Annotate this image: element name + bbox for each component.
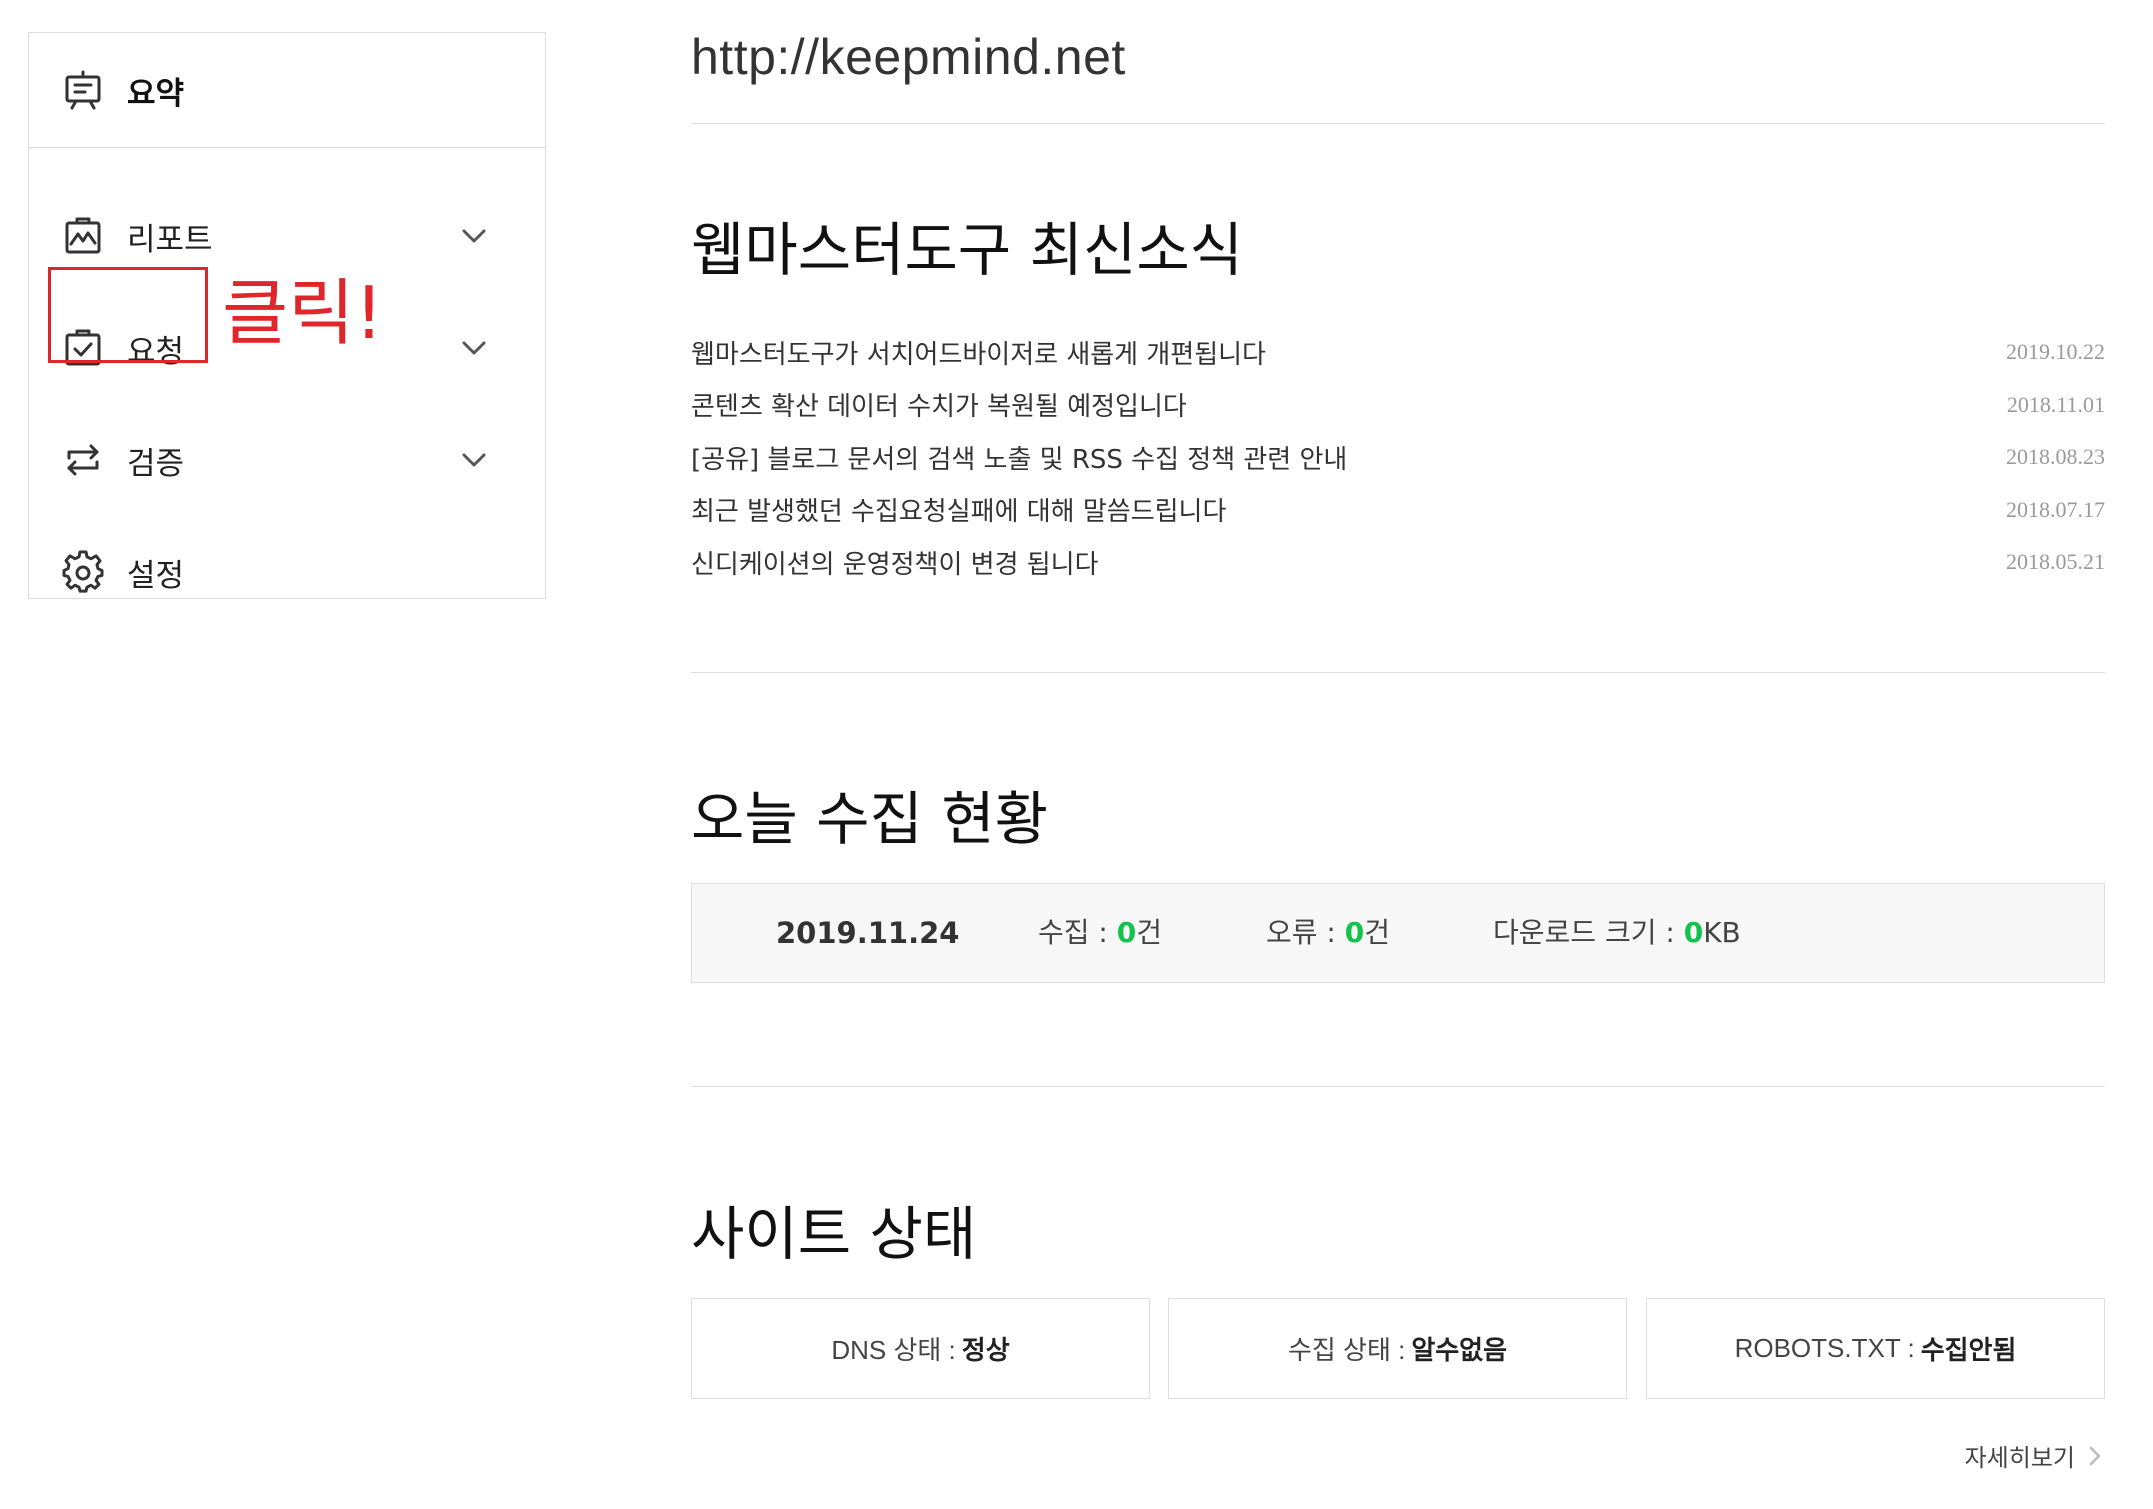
today-collect-summary: 2019.11.24 수집 : 0건 오류 : 0건 다운로드 크기 : 0KB bbox=[691, 883, 2105, 983]
dns-status-value: 정상 bbox=[961, 1335, 1010, 1365]
more-details-link[interactable]: 자세히보기 bbox=[1965, 1438, 2105, 1473]
divider bbox=[691, 123, 2105, 124]
sidebar-item-settings[interactable]: 설정 bbox=[29, 516, 545, 628]
news-item-date: 2019.10.22 bbox=[2006, 339, 2105, 365]
divider bbox=[691, 672, 2105, 673]
report-chart-icon bbox=[61, 214, 105, 258]
robots-status-label: ROBOTS.TXT : bbox=[1734, 1333, 1915, 1363]
news-item-date: 2018.08.23 bbox=[2006, 444, 2105, 470]
news-item-date: 2018.07.17 bbox=[2006, 496, 2105, 522]
news-item[interactable]: 콘텐츠 확산 데이터 수치가 복원될 예정입니다 2018.11.01 bbox=[691, 379, 2105, 432]
today-section-title: 오늘 수집 현황 bbox=[691, 785, 1049, 853]
divider bbox=[691, 1086, 2105, 1087]
news-item-title[interactable]: 콘텐츠 확산 데이터 수치가 복원될 예정입니다 bbox=[691, 386, 1187, 423]
sidebar-item-label: 요약 bbox=[127, 75, 185, 112]
news-item-date: 2018.11.01 bbox=[2006, 391, 2105, 417]
today-date: 2019.11.24 bbox=[776, 916, 960, 950]
dns-status-label: DNS 상태 : bbox=[831, 1335, 956, 1365]
dns-status-card: DNS 상태 : 정상 bbox=[691, 1298, 1150, 1399]
news-list: 웹마스터도구가 서치어드바이저로 새롭게 개편됩니다 2019.10.22 콘텐… bbox=[691, 326, 2105, 589]
annotation-text: 클릭! bbox=[222, 271, 384, 355]
news-item-title[interactable]: 신디케이션의 운영정책이 변경 됩니다 bbox=[691, 544, 1099, 581]
chevron-down-icon[interactable] bbox=[459, 445, 489, 475]
status-section-title: 사이트 상태 bbox=[691, 1200, 977, 1268]
news-item[interactable]: 웹마스터도구가 서치어드바이저로 새롭게 개편됩니다 2019.10.22 bbox=[691, 326, 2105, 379]
gear-icon bbox=[61, 550, 105, 594]
error-count: 오류 : 0건 bbox=[1266, 916, 1391, 949]
news-item[interactable]: [공유] 블로그 문서의 검색 노출 및 RSS 수집 정책 관련 안내 201… bbox=[691, 431, 2105, 484]
collect-status-label: 수집 상태 : bbox=[1287, 1335, 1406, 1365]
sidebar-item-verify[interactable]: 검증 bbox=[29, 404, 545, 516]
sidebar-item-label: 리포트 bbox=[127, 221, 213, 258]
collect-status-value: 알수없음 bbox=[1411, 1335, 1508, 1365]
sidebar-item-summary[interactable]: 요약 bbox=[29, 33, 545, 148]
highlight-box bbox=[48, 267, 208, 363]
news-item-title[interactable]: 웹마스터도구가 서치어드바이저로 새롭게 개편됩니다 bbox=[691, 334, 1266, 371]
robots-status-card: ROBOTS.TXT : 수집안됨 bbox=[1646, 1298, 2105, 1399]
chevron-right-icon bbox=[2089, 1446, 2101, 1465]
robots-status-value: 수집안됨 bbox=[1920, 1335, 2017, 1365]
collect-status-card: 수집 상태 : 알수없음 bbox=[1168, 1298, 1627, 1399]
news-item-date: 2018.05.21 bbox=[2006, 549, 2105, 575]
news-item-title[interactable]: 최근 발생했던 수집요청실패에 대해 말씀드립니다 bbox=[691, 491, 1226, 528]
news-section-title: 웹마스터도구 최신소식 bbox=[691, 216, 1244, 284]
sidebar-item-label: 설정 bbox=[127, 557, 185, 594]
chevron-down-icon[interactable] bbox=[459, 221, 489, 251]
download-size: 다운로드 크기 : 0KB bbox=[1493, 916, 1741, 949]
news-item-title[interactable]: [공유] 블로그 문서의 검색 노출 및 RSS 수집 정책 관련 안내 bbox=[691, 439, 1347, 476]
news-item[interactable]: 최근 발생했던 수집요청실패에 대해 말씀드립니다 2018.07.17 bbox=[691, 484, 2105, 537]
repeat-arrows-icon bbox=[61, 438, 105, 482]
presentation-icon bbox=[61, 68, 105, 112]
site-url: http://keepmind.net bbox=[691, 29, 1126, 85]
more-details-label: 자세히보기 bbox=[1964, 1444, 2075, 1472]
news-item[interactable]: 신디케이션의 운영정책이 변경 됩니다 2018.05.21 bbox=[691, 536, 2105, 589]
chevron-down-icon[interactable] bbox=[459, 333, 489, 363]
collect-count: 수집 : 0건 bbox=[1038, 916, 1163, 949]
sidebar-item-label: 검증 bbox=[127, 445, 185, 482]
